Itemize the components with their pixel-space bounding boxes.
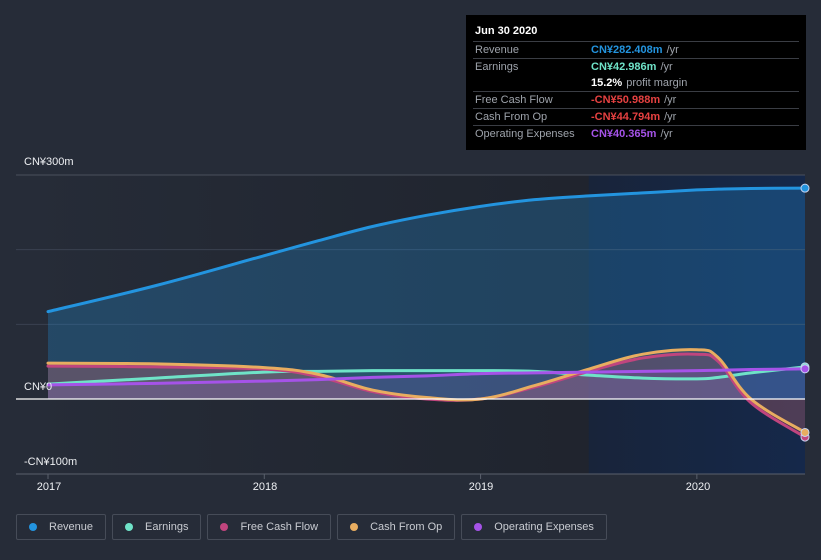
legend-label: Cash From Op [370, 521, 443, 533]
tooltip-label: Operating Expenses [475, 128, 575, 140]
tooltip-label: Free Cash Flow [475, 94, 553, 106]
tooltip-row-free-cash-flow: Free Cash Flow -CN¥50.988m /yr [473, 91, 799, 108]
tooltip-unit: /yr [664, 111, 677, 123]
tooltip-value: -CN¥50.988m [591, 94, 661, 106]
marker-cash-from-op [800, 427, 810, 437]
legend-dot-icon [350, 523, 359, 531]
legend: Revenue Earnings Free Cash Flow Cash Fro… [16, 514, 607, 540]
marker-operating-expenses [800, 364, 810, 374]
tooltip-unit: /yr [660, 61, 673, 73]
legend-dot-icon [220, 523, 229, 531]
tooltip-label: Revenue [475, 44, 520, 56]
y-tick-label: -CN¥100m [24, 456, 78, 468]
tooltip-unit: /yr [660, 128, 673, 140]
tooltip-row-profit-margin: 15.2% profit margin [473, 75, 799, 91]
x-tick-label: 2019 [468, 481, 494, 493]
tooltip-unit: /yr [666, 44, 679, 56]
x-tick-label: 2018 [252, 481, 278, 493]
tooltip-value: 15.2% [591, 77, 623, 89]
legend-label: Operating Expenses [494, 521, 594, 533]
tooltip-unit: profit margin [626, 77, 688, 89]
legend-label: Free Cash Flow [240, 521, 319, 533]
tooltip-value: CN¥40.365m [591, 128, 657, 140]
tooltip-label: Earnings [475, 61, 519, 73]
legend-dot-icon [29, 523, 37, 531]
marker-revenue [800, 183, 810, 193]
tooltip-value: CN¥42.986m [591, 61, 657, 73]
y-tick-label: CN¥0 [24, 381, 53, 393]
tooltip-row-revenue: Revenue CN¥282.408m /yr [473, 41, 799, 58]
x-tick-label: 2017 [36, 481, 62, 493]
tooltip-label [475, 75, 591, 91]
legend-label: Earnings [145, 521, 189, 533]
tooltip-row-operating-expenses: Operating Expenses CN¥40.365m /yr [473, 125, 799, 142]
y-tick-label: CN¥300m [24, 156, 74, 168]
tooltip-row-cash-from-op: Cash From Op -CN¥44.794m /yr [473, 108, 799, 125]
tooltip: Jun 30 2020 Revenue CN¥282.408m /yr Earn… [466, 15, 806, 150]
tooltip-row-earnings: Earnings CN¥42.986m /yr [473, 58, 799, 75]
tooltip-label: Cash From Op [475, 111, 548, 123]
tooltip-value: CN¥282.408m [591, 44, 663, 56]
legend-item-earnings[interactable]: Earnings [112, 514, 202, 540]
tooltip-value: -CN¥44.794m [591, 111, 661, 123]
legend-item-operating-expenses[interactable]: Operating Expenses [461, 514, 607, 540]
legend-dot-icon [125, 523, 134, 531]
tooltip-date: Jun 30 2020 [475, 25, 538, 37]
legend-label: Revenue [49, 521, 94, 533]
x-tick-label: 2020 [685, 481, 711, 493]
legend-dot-icon [474, 523, 483, 531]
legend-item-free-cash-flow[interactable]: Free Cash Flow [207, 514, 332, 540]
legend-item-cash-from-op[interactable]: Cash From Op [337, 514, 456, 540]
legend-item-revenue[interactable]: Revenue [16, 514, 107, 540]
tooltip-unit: /yr [664, 94, 677, 106]
